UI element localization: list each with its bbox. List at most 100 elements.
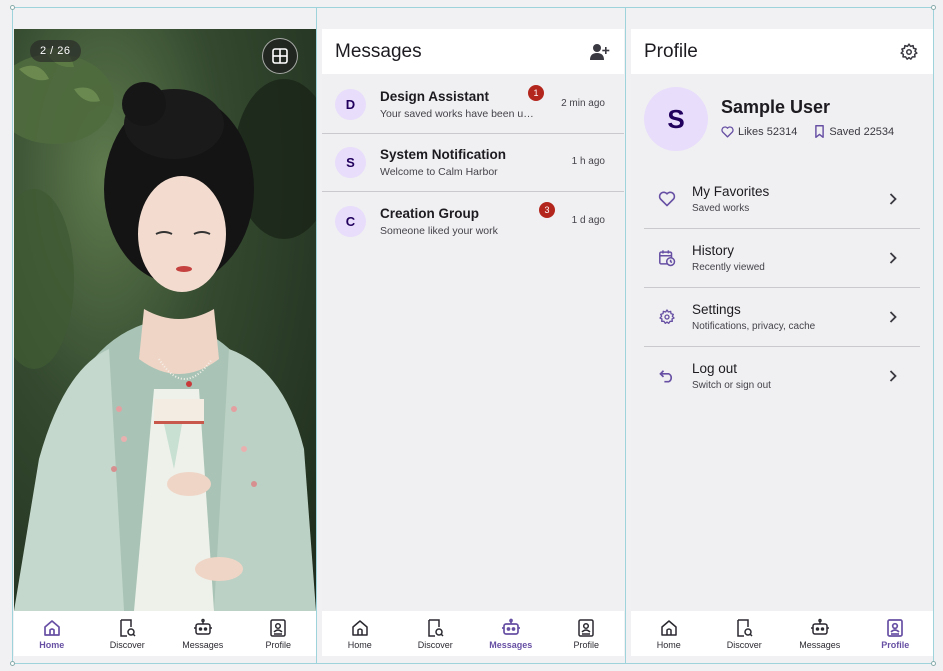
- nav-messages[interactable]: Messages: [473, 611, 549, 656]
- nav-discover-label: Discover: [109, 640, 145, 650]
- saved-stat[interactable]: Saved 22534: [814, 125, 894, 138]
- menu-item-subtitle: Switch or sign out: [692, 380, 771, 391]
- nav-messages-label: Messages: [489, 640, 533, 650]
- menu-item-settings[interactable]: Settings Notifications, privacy, cache: [644, 288, 920, 346]
- discover-icon: [116, 617, 138, 639]
- grid-icon: [272, 48, 288, 64]
- guide-line-top: [12, 7, 934, 8]
- guide-corner: [10, 5, 15, 10]
- bottom-navigation: Home Discover Messages Profile: [322, 611, 624, 656]
- guide-corner: [931, 5, 936, 10]
- add-contact-button[interactable]: [588, 40, 612, 64]
- message-preview: Your saved works have been u…: [380, 107, 534, 120]
- nav-discover[interactable]: Discover: [90, 611, 166, 656]
- menu-item-title: Log out: [692, 361, 738, 376]
- message-item[interactable]: C Creation Group Someone liked your work…: [322, 192, 624, 250]
- profile-card-icon: [267, 617, 289, 639]
- menu-item-subtitle: Saved works: [692, 203, 750, 214]
- guide-line-bottom: [12, 663, 934, 664]
- nav-home-label: Home: [656, 640, 681, 650]
- message-preview: Welcome to Calm Harbor: [380, 165, 498, 178]
- message-time: 1 h ago: [571, 156, 605, 167]
- nav-messages-label: Messages: [799, 640, 841, 650]
- guide-corner: [931, 661, 936, 666]
- nav-discover[interactable]: Discover: [398, 611, 474, 656]
- heart-icon: [656, 188, 678, 210]
- avatar: D: [335, 88, 366, 120]
- profile-card-icon: [884, 617, 906, 639]
- page-title: Profile: [644, 40, 698, 62]
- nav-home[interactable]: Home: [322, 611, 398, 656]
- nav-profile-label: Profile: [881, 640, 910, 650]
- message-item[interactable]: S System Notification Welcome to Calm Ha…: [322, 133, 624, 191]
- menu-item-title: My Favorites: [692, 184, 770, 199]
- grid-view-button[interactable]: [262, 38, 298, 74]
- home-icon: [41, 617, 63, 639]
- menu-item-subtitle: Notifications, privacy, cache: [692, 321, 816, 332]
- robot-icon: [809, 617, 831, 639]
- nav-profile[interactable]: Profile: [858, 611, 934, 656]
- nav-profile[interactable]: Profile: [549, 611, 625, 656]
- gear-icon: [900, 42, 918, 60]
- guide-corner: [10, 661, 15, 666]
- user-stats: Likes 52314 Saved 22534: [721, 125, 911, 138]
- guide-line-divider: [625, 7, 626, 664]
- gear-icon: [656, 306, 678, 328]
- user-name: Sample User: [721, 97, 831, 117]
- guide-line-right: [933, 7, 934, 664]
- unread-badge: 1: [528, 85, 544, 101]
- likes-count: Likes 52314: [738, 125, 798, 138]
- home-icon: [658, 617, 680, 639]
- bookmark-icon: [815, 125, 825, 138]
- chevron-right-icon: [883, 307, 903, 327]
- guide-line-divider: [316, 7, 317, 664]
- nav-home-label: Home: [39, 640, 65, 650]
- bottom-navigation: Home Discover Messages Profile: [631, 611, 933, 656]
- nav-discover[interactable]: Discover: [707, 611, 783, 656]
- nav-discover-label: Discover: [726, 640, 762, 650]
- nav-messages[interactable]: Messages: [165, 611, 241, 656]
- likes-stat[interactable]: Likes 52314: [721, 126, 797, 138]
- messages-screen: Messages D Design Assistant Your saved w…: [322, 29, 624, 656]
- message-preview: Someone liked your work: [380, 224, 498, 237]
- image-viewer-screen: 2 / 26 Home Discover Messages Profile: [14, 29, 316, 656]
- menu-item-title: History: [692, 243, 735, 258]
- guide-line-left: [12, 7, 13, 664]
- robot-icon: [192, 617, 214, 639]
- bottom-navigation: Home Discover Messages Profile: [14, 611, 316, 656]
- nav-profile-label: Profile: [573, 640, 599, 650]
- nav-profile-label: Profile: [265, 640, 291, 650]
- nav-home[interactable]: Home: [14, 611, 90, 656]
- add-person-icon: [590, 43, 610, 60]
- discover-icon: [733, 617, 755, 639]
- menu-item-logout[interactable]: Log out Switch or sign out: [644, 347, 920, 405]
- message-title: Creation Group: [380, 205, 480, 221]
- message-title: System Notification: [380, 146, 507, 162]
- artwork-image[interactable]: [14, 29, 316, 611]
- avatar[interactable]: S: [644, 87, 708, 151]
- message-item[interactable]: D Design Assistant Your saved works have…: [322, 75, 624, 133]
- nav-profile[interactable]: Profile: [241, 611, 317, 656]
- avatar: C: [335, 205, 366, 237]
- discover-icon: [424, 617, 446, 639]
- menu-item-favorites[interactable]: My Favorites Saved works: [644, 170, 920, 228]
- message-time: 2 min ago: [561, 98, 605, 109]
- history-icon: [656, 247, 678, 269]
- avatar: S: [335, 146, 366, 178]
- menu-item-subtitle: Recently viewed: [692, 262, 765, 273]
- unread-badge: 3: [539, 202, 555, 218]
- profile-card-icon: [575, 617, 597, 639]
- nav-home[interactable]: Home: [631, 611, 707, 656]
- nav-messages-label: Messages: [182, 640, 224, 650]
- nav-home-label: Home: [347, 640, 372, 650]
- chevron-right-icon: [883, 189, 903, 209]
- settings-button[interactable]: [897, 40, 921, 64]
- image-counter: 2 / 26: [30, 40, 81, 62]
- saved-count: Saved 22534: [829, 125, 895, 138]
- menu-item-history[interactable]: History Recently viewed: [644, 229, 920, 287]
- chevron-right-icon: [883, 248, 903, 268]
- nav-discover-label: Discover: [417, 640, 453, 650]
- nav-messages[interactable]: Messages: [782, 611, 858, 656]
- chevron-right-icon: [883, 366, 903, 386]
- heart-icon: [721, 125, 734, 138]
